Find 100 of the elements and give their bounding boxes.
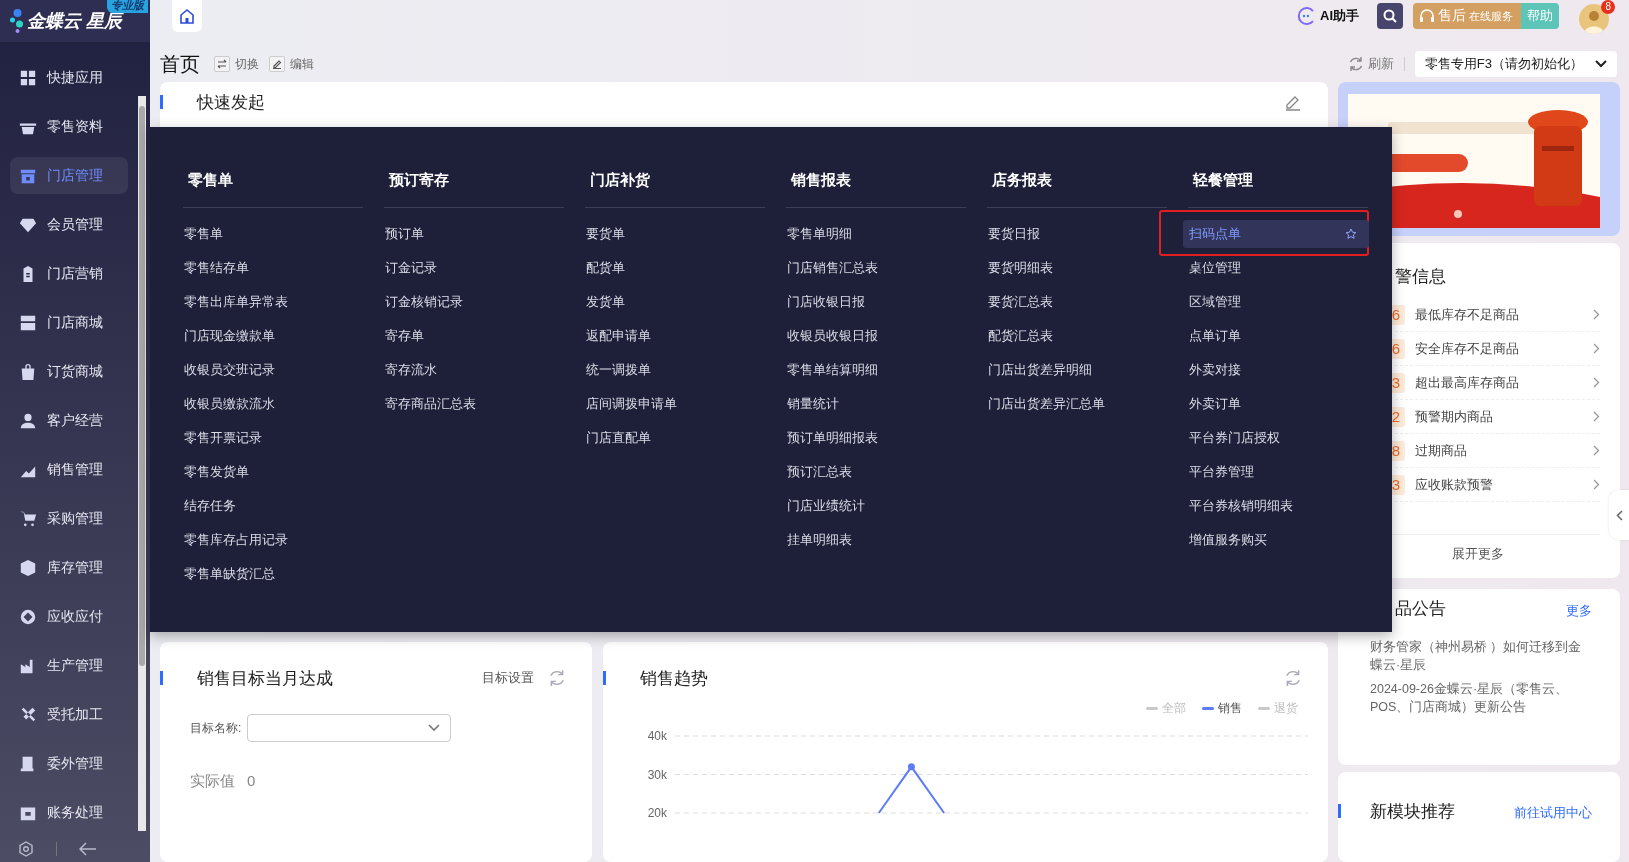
menu-item[interactable]: 门店收银日报	[786, 288, 966, 316]
menu-item[interactable]: 门店业绩统计	[786, 492, 966, 520]
more-link[interactable]: 更多	[1566, 602, 1592, 620]
sidebar-item[interactable]: 门店商城	[10, 304, 128, 341]
refresh-button[interactable]: 刷新	[1347, 55, 1394, 73]
sidebar-item[interactable]: 门店管理	[10, 157, 128, 194]
menu-item[interactable]: 销量统计	[786, 390, 966, 418]
legend-item[interactable]: 销售	[1202, 700, 1242, 717]
menu-item[interactable]: 点单订单	[1188, 322, 1368, 350]
refresh-icon[interactable]	[1284, 669, 1302, 687]
menu-heading: 店务报表	[991, 171, 1053, 190]
menu-item[interactable]: 门店直配单	[585, 424, 765, 452]
menu-item[interactable]: 寄存商品汇总表	[384, 390, 564, 418]
sidebar-item[interactable]: 受托加工	[10, 696, 128, 733]
actual-value: 0	[247, 772, 256, 791]
menu-item[interactable]: 零售出库单异常表	[183, 288, 363, 316]
menu-item[interactable]: 订金记录	[384, 254, 564, 282]
menu-item[interactable]: 配货汇总表	[987, 322, 1167, 350]
menu-item[interactable]: 配货单	[585, 254, 765, 282]
sidebar-item[interactable]: 会员管理	[10, 206, 128, 243]
menu-item[interactable]: 预订单	[384, 220, 564, 248]
menu-item[interactable]: 要货单	[585, 220, 765, 248]
bag-icon	[19, 362, 37, 381]
home-tab[interactable]	[172, 0, 202, 32]
ai-assistant-button[interactable]: AI助手	[1296, 7, 1359, 25]
scrollbar[interactable]	[138, 96, 146, 831]
menu-item[interactable]: 门店销售汇总表	[786, 254, 966, 282]
menu-item[interactable]: 要货日报	[987, 220, 1167, 248]
menu-item[interactable]: 平台券核销明细表	[1188, 492, 1368, 520]
refresh-icon[interactable]	[548, 669, 566, 687]
sidebar-item[interactable]: 采购管理	[10, 500, 128, 537]
menu-item[interactable]: 零售发货单	[183, 458, 363, 486]
menu-item[interactable]: 预订单明细报表	[786, 424, 966, 452]
search-button[interactable]	[1377, 3, 1403, 29]
menu-item[interactable]: 寄存流水	[384, 356, 564, 384]
menu-item[interactable]: 收银员交班记录	[183, 356, 363, 384]
sidebar-item[interactable]: 账务处理	[10, 794, 128, 831]
menu-item[interactable]: 外卖订单	[1188, 390, 1368, 418]
menu-item[interactable]: 发货单	[585, 288, 765, 316]
sidebar-item[interactable]: 委外管理	[10, 745, 128, 782]
menu-item[interactable]: 统一调拨单	[585, 356, 765, 384]
menu-item[interactable]: 收银员缴款流水	[183, 390, 363, 418]
menu-item[interactable]: 预订汇总表	[786, 458, 966, 486]
menu-item[interactable]: 订金核销记录	[384, 288, 564, 316]
menu-heading: 预订寄存	[388, 171, 450, 190]
chevron-right-icon	[1593, 445, 1600, 456]
menu-heading: 轻餐管理	[1191, 171, 1254, 190]
menu-item[interactable]: 零售单缺货汇总	[183, 560, 363, 588]
card-title: 警信息	[1395, 266, 1447, 288]
menu-item[interactable]: 区域管理	[1188, 288, 1368, 316]
brand-name: 金蝶云 星辰	[27, 11, 122, 33]
sidebar-item[interactable]: 销售管理	[10, 451, 128, 488]
sidebar-item[interactable]: 库存管理	[10, 549, 128, 586]
trial-center-link[interactable]: 前往试用中心	[1514, 804, 1592, 822]
menu-item[interactable]: 要货汇总表	[987, 288, 1167, 316]
announcement-link[interactable]: 财务管家（神州易桥 ）如何迁移到金蝶云·星辰	[1370, 638, 1592, 674]
menu-item[interactable]: 零售结存单	[183, 254, 363, 282]
chevron-right-icon	[1593, 377, 1600, 388]
headset-icon	[1419, 8, 1435, 24]
menu-item[interactable]: 零售库存占用记录	[183, 526, 363, 554]
sidebar-item[interactable]: 订货商城	[10, 353, 128, 390]
avatar[interactable]	[1579, 4, 1609, 34]
menu-item[interactable]: 零售单	[183, 220, 363, 248]
menu-item[interactable]: 收银员收银日报	[786, 322, 966, 350]
star-icon[interactable]	[1345, 228, 1357, 240]
field-label: 目标名称:	[190, 719, 242, 737]
sidebar-item[interactable]: 应收应付	[10, 598, 128, 635]
menu-item[interactable]: 扫码点单	[1183, 220, 1369, 248]
announcement-link[interactable]: 2024-09-26金蝶云·星辰（零售云、POS、门店商城）更新公告	[1370, 680, 1592, 716]
account-dropdown[interactable]: 零售专用F3（请勿初始化）	[1414, 51, 1617, 77]
pencil-icon	[269, 56, 285, 72]
target-settings-link[interactable]: 目标设置	[482, 669, 534, 687]
sidebar-item[interactable]: 零售资料	[10, 108, 128, 145]
card-title: 新模块推荐	[1370, 801, 1456, 823]
menu-item[interactable]: 零售单结算明细	[786, 356, 966, 384]
sidebar-item[interactable]: 门店营销	[10, 255, 128, 292]
menu-item[interactable]: 要货明细表	[987, 254, 1167, 282]
back-arrow-icon[interactable]	[79, 842, 97, 856]
menu-item[interactable]: 零售单明细	[786, 220, 966, 248]
menu-item[interactable]: 挂单明细表	[786, 526, 966, 554]
sidebar-item[interactable]: 快捷应用	[10, 59, 128, 96]
collapse-tab[interactable]	[1609, 490, 1629, 540]
menu-item[interactable]: 外卖对接	[1188, 356, 1368, 384]
menu-item[interactable]: 返配申请单	[585, 322, 765, 350]
menu-item[interactable]: 零售开票记录	[183, 424, 363, 452]
settings-icon[interactable]	[18, 841, 34, 857]
menu-item[interactable]: 结存任务	[183, 492, 363, 520]
menu-item[interactable]: 门店出货差异汇总单	[987, 390, 1167, 418]
menu-item[interactable]: 店间调拨申请单	[585, 390, 765, 418]
header-action[interactable]: 编辑	[269, 55, 314, 73]
menu-item[interactable]: 寄存单	[384, 322, 564, 350]
sidebar-item[interactable]: 客户经营	[10, 402, 128, 439]
menu-item[interactable]: 平台券管理	[1188, 458, 1368, 486]
chevron-down-icon	[428, 724, 441, 732]
header-action[interactable]: 切换	[214, 55, 259, 73]
sidebar-item[interactable]: 生产管理	[10, 647, 128, 684]
menu-item[interactable]: 门店出货差异明细	[987, 356, 1167, 384]
menu-item[interactable]: 桌位管理	[1188, 254, 1368, 282]
menu-item[interactable]: 平台券门店授权	[1188, 424, 1368, 452]
menu-item[interactable]: 门店现金缴款单	[183, 322, 363, 350]
